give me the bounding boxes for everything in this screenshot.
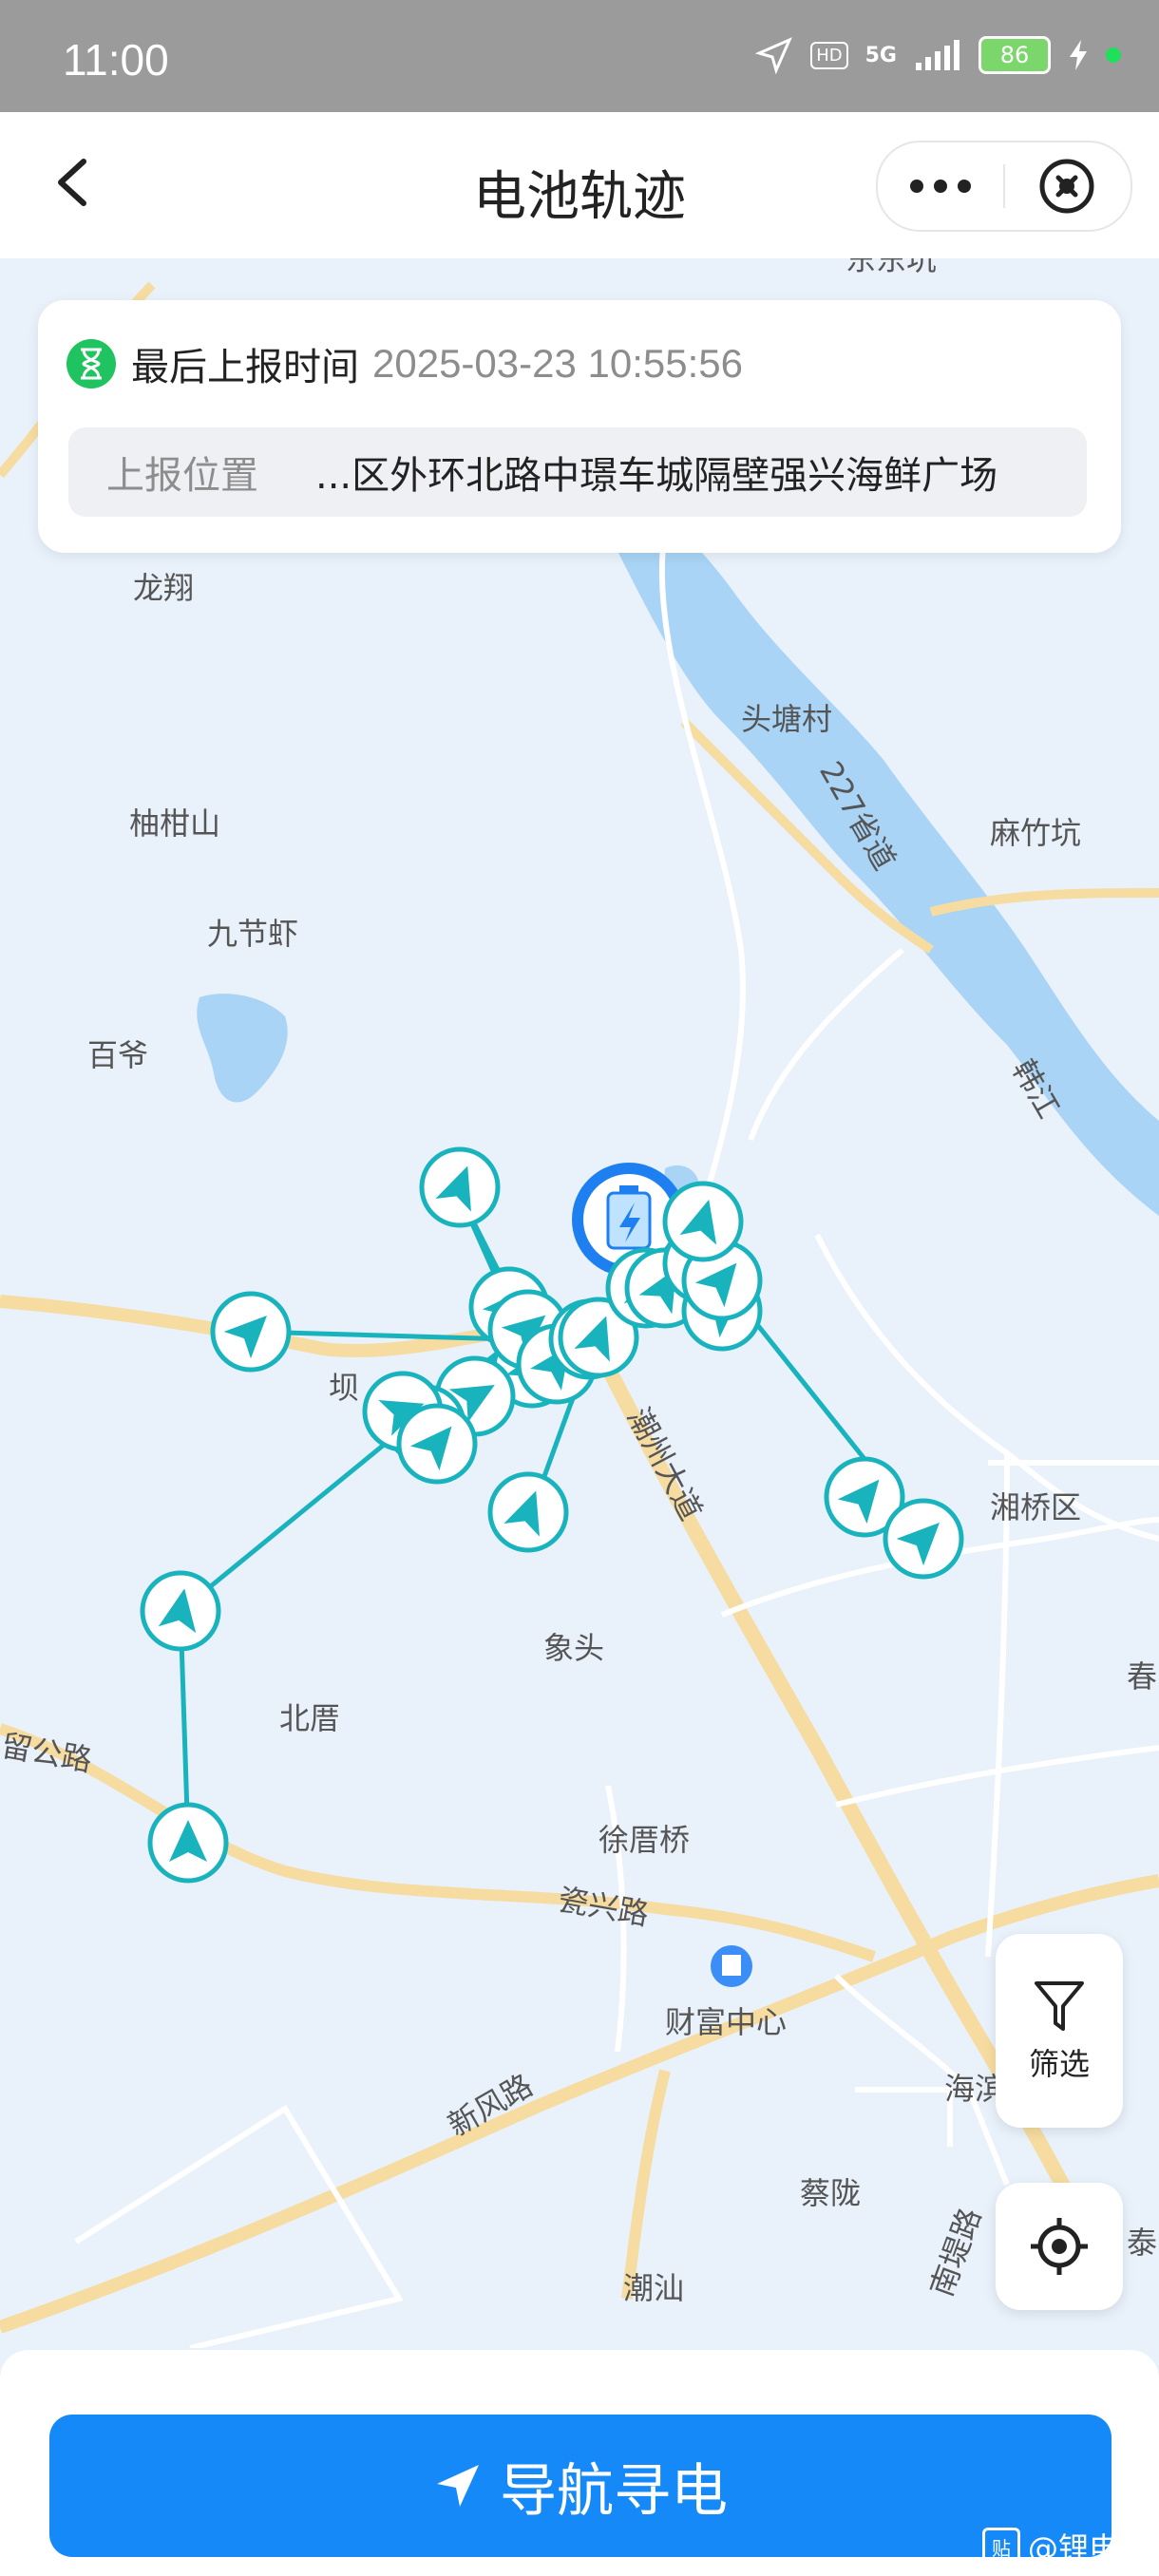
track-point-marker[interactable] [419,1146,501,1228]
map-label: 九节虾 [207,916,298,952]
filter-label: 筛选 [1028,2046,1090,2082]
watermark: 贴 @锂电池 [981,2525,1150,2568]
funnel-icon [1035,1981,1084,2031]
status-bar: 11:00 HD 5G 86 [0,0,1159,112]
locate-button[interactable] [996,2183,1123,2310]
report-location-row: 上报位置 ...区外环北路中璟车城隔壁强兴海鲜广场 [68,427,1087,517]
crosshair-icon [1031,2218,1088,2275]
hd-badge: HD [810,41,848,69]
network-type: 5G [864,43,897,67]
watermark-text: @锂电池 [1027,2530,1150,2567]
hourglass-icon [66,339,116,388]
battery-level: 86 [999,42,1030,68]
battery-icon: 86 [978,36,1051,74]
report-location-value: ...区外环北路中璟车城隔壁强兴海鲜广场 [315,454,998,498]
track-point-marker[interactable] [487,1471,569,1553]
track-point-marker[interactable] [662,1181,744,1262]
map-label: 湘桥区 [990,1489,1081,1525]
status-time: 11:00 [63,35,169,85]
poi-pin-icon [711,1945,752,1987]
charging-icon [1070,40,1087,70]
indicator-dot [1106,47,1121,63]
watermark-badge: 贴 [981,2528,1020,2566]
last-report-label: 最后上报时间 [131,346,359,389]
navigate-label: 导航寻电 [500,2457,728,2525]
track-point-marker[interactable] [396,1403,478,1485]
report-location-label: 上报位置 [106,454,258,498]
map-label: 麻竹坑 [990,815,1081,851]
more-dots-icon [910,180,971,193]
last-report-row: 最后上报时间 2025-03-23 10:55:56 [66,336,743,391]
map-label: 徐厝桥 [598,1822,690,1858]
close-circle-icon [1039,159,1094,214]
status-icons: HD 5G 86 [755,36,1121,74]
more-button[interactable] [878,142,1003,230]
filter-button[interactable]: 筛选 [996,1934,1123,2128]
navigate-to-battery-button[interactable]: 导航寻电 [49,2415,1112,2557]
signal-icon [916,40,960,70]
nav-bar: 电池轨迹 [0,112,1159,258]
track-point-marker[interactable] [147,1802,229,1884]
navigation-arrow-icon [437,2465,479,2507]
map-label: 东东坑 [846,258,937,277]
map-view[interactable]: 龙翔 头塘村 柚柑山 麻竹坑 九节虾 百爷 韩江 湘桥区 象头 北厝 春 徐厝桥… [0,258,1159,2348]
location-arrow-icon [755,37,793,74]
map-label: 头塘村 [741,701,832,737]
map-label: 坝 [329,1370,359,1406]
map-label: 泰 [1127,2225,1157,2261]
map-label: 潮汕 [623,2270,684,2306]
track-point-marker[interactable] [140,1570,221,1652]
map-label: 财富中心 [665,2004,787,2040]
track-point-marker[interactable] [883,1498,964,1580]
map-label: 龙翔 [133,570,194,606]
map-label: 春 [1127,1658,1157,1695]
map-label: 百爷 [87,1037,148,1073]
map-label: 北厝 [279,1700,340,1736]
map-label: 象头 [543,1630,604,1666]
map-label: 蔡陇 [800,2175,861,2211]
map-label: 柚柑山 [129,805,220,842]
last-report-time: 2025-03-23 10:55:56 [372,341,743,386]
info-card: 最后上报时间 2025-03-23 10:55:56 上报位置 ...区外环北路… [38,300,1121,553]
track-point-marker[interactable] [210,1291,292,1373]
close-button[interactable] [1005,142,1129,230]
mini-program-capsule [876,141,1132,232]
